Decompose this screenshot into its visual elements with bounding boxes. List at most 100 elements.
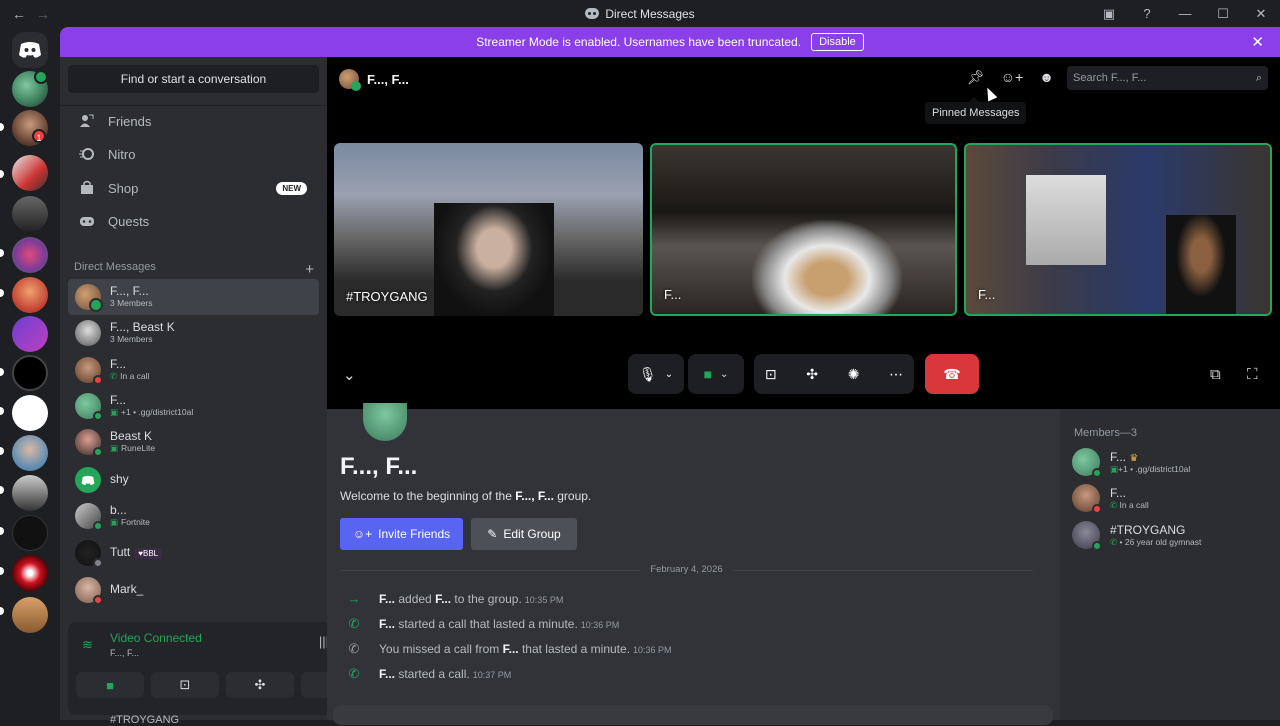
- avatar: [75, 577, 103, 605]
- server-list: 1: [0, 27, 60, 720]
- unread-pill: [0, 170, 4, 178]
- nav-label: Nitro: [108, 146, 136, 162]
- discord-logo-icon: [19, 42, 41, 58]
- video-tile[interactable]: F...: [650, 143, 957, 316]
- dm-item[interactable]: Mark_: [68, 572, 319, 608]
- nav-shop[interactable]: Shop NEW: [68, 172, 319, 204]
- chevron-down-icon[interactable]: ⌄: [720, 369, 728, 380]
- microphone-button[interactable]: 🎙︎ ⌄: [628, 354, 684, 394]
- dm-item[interactable]: F..., Beast K3 Members: [68, 315, 319, 351]
- create-dm-icon[interactable]: +: [305, 261, 314, 278]
- server-avatar[interactable]: [12, 597, 48, 633]
- close-icon[interactable]: ✕: [1251, 33, 1264, 51]
- nav-label: Shop: [108, 180, 139, 196]
- system-message: ✆ F... started a call. 10:37 PM: [348, 666, 512, 681]
- missed-call-icon: ✆: [348, 641, 360, 656]
- unread-pill: [0, 567, 4, 575]
- status-online-icon: [93, 447, 103, 457]
- server-avatar[interactable]: [12, 475, 48, 511]
- server-avatar[interactable]: [12, 435, 48, 471]
- end-call-button[interactable]: ☎: [925, 354, 979, 394]
- status-dnd-icon: [93, 595, 103, 605]
- video-tile[interactable]: #TROYGANG: [334, 143, 643, 316]
- fullscreen-icon[interactable]: ⛶: [1247, 366, 1258, 383]
- dm-item[interactable]: F... ✆ In a call: [68, 352, 319, 388]
- server-avatar[interactable]: [12, 515, 48, 551]
- quests-icon: [78, 212, 96, 230]
- dm-item[interactable]: F..., F... 3 Members: [68, 279, 319, 315]
- more-icon[interactable]: ⋯: [889, 366, 903, 383]
- member-item[interactable]: F... ♛ ▣+1 • .gg/district10al: [1072, 448, 1190, 478]
- server-avatar[interactable]: [12, 395, 48, 431]
- phone-icon: ✆: [348, 666, 360, 681]
- nav-friends[interactable]: Friends: [68, 105, 319, 137]
- nitro-icon: [78, 145, 96, 163]
- avatar: [75, 540, 103, 568]
- close-window-button[interactable]: ✕: [1242, 6, 1280, 22]
- microphone-icon: 🎙︎: [638, 365, 657, 382]
- soundboard-icon[interactable]: ✺: [848, 366, 860, 383]
- server-avatar[interactable]: [12, 277, 48, 313]
- video-tile[interactable]: F...: [964, 143, 1272, 316]
- arrow-right-icon: →: [347, 591, 361, 606]
- avatar: [1072, 521, 1102, 551]
- screen-share-icon[interactable]: ⊡: [765, 366, 777, 383]
- pencil-icon: ✎: [487, 527, 498, 541]
- avatar: [75, 429, 103, 457]
- screen-share-button[interactable]: ⊡: [151, 672, 219, 698]
- dm-item[interactable]: b... ▣ Fortnite: [68, 498, 319, 534]
- back-arrow-icon[interactable]: ←: [12, 6, 26, 22]
- maximize-button[interactable]: ☐: [1204, 6, 1242, 22]
- help-icon[interactable]: ?: [1128, 6, 1166, 21]
- camera-button[interactable]: ■: [76, 672, 144, 698]
- camera-toggle-button[interactable]: ■ ⌄: [688, 354, 744, 394]
- pin-icon[interactable]: 📌︎: [967, 69, 985, 86]
- server-avatar[interactable]: [12, 316, 48, 352]
- minimize-button[interactable]: —: [1166, 6, 1204, 21]
- avatar: [75, 467, 101, 493]
- dm-item[interactable]: shy: [68, 462, 319, 498]
- voice-status[interactable]: Video Connected: [110, 631, 202, 645]
- pop-out-icon[interactable]: ⧉: [1210, 366, 1221, 383]
- unread-pill: [0, 289, 4, 297]
- dm-item[interactable]: Tutt ♥ BBL: [68, 535, 319, 571]
- nav-quests[interactable]: Quests: [68, 205, 319, 237]
- home-button[interactable]: [12, 32, 48, 68]
- tile-label: #TROYGANG: [346, 289, 428, 304]
- participant-video: [434, 203, 554, 316]
- collapse-chevron-icon[interactable]: ⌄: [343, 366, 356, 384]
- member-item[interactable]: F... ✆ In a call: [1072, 484, 1149, 514]
- search-input[interactable]: Search F..., F... ⌕: [1067, 66, 1268, 90]
- inbox-icon[interactable]: ▣: [1090, 6, 1128, 22]
- server-avatar[interactable]: [12, 237, 48, 273]
- system-message: ✆ F... started a call that lasted a minu…: [348, 616, 620, 631]
- server-avatar[interactable]: [12, 196, 48, 232]
- nav-label: Friends: [108, 113, 152, 129]
- member-item[interactable]: #TROYGANG ✆ • 26 year old gymnast: [1072, 521, 1201, 551]
- user-panel-name: #TROYGANG: [110, 714, 180, 726]
- connection-signal-icon[interactable]: ≋: [82, 637, 93, 653]
- mouse-cursor-icon: [982, 85, 998, 102]
- find-conversation-button[interactable]: Find or start a conversation: [68, 65, 319, 93]
- call-area: F..., F... 📌︎ ☺+ ☻ Search F..., F... ⌕ P…: [327, 57, 1280, 409]
- invite-friends-button[interactable]: ☺+ Invite Friends: [340, 518, 463, 550]
- chevron-down-icon[interactable]: ⌄: [665, 369, 673, 380]
- server-avatar[interactable]: [12, 155, 48, 191]
- server-avatar[interactable]: [12, 555, 48, 591]
- add-friends-icon[interactable]: ☺+: [1001, 69, 1023, 86]
- members-icon[interactable]: ☻: [1039, 69, 1054, 86]
- dm-item[interactable]: F... ▣ +1 • .gg/district10al: [68, 388, 319, 424]
- edit-group-button[interactable]: ✎ Edit Group: [471, 518, 577, 550]
- dm-item[interactable]: Beast K ▣ RuneLite: [68, 424, 319, 460]
- disable-streamer-button[interactable]: Disable: [811, 33, 864, 51]
- status-online-icon: [93, 411, 103, 421]
- forward-arrow-icon[interactable]: →: [36, 6, 50, 22]
- nav-nitro[interactable]: Nitro: [68, 138, 319, 170]
- add-user-icon: ☺+: [352, 527, 373, 541]
- friends-icon: [78, 112, 96, 130]
- server-avatar[interactable]: [12, 355, 48, 391]
- activities-button[interactable]: ✣: [226, 672, 294, 698]
- window-title: Direct Messages: [0, 7, 1280, 21]
- activities-icon[interactable]: ✣: [806, 366, 818, 383]
- message-input[interactable]: [333, 705, 1053, 725]
